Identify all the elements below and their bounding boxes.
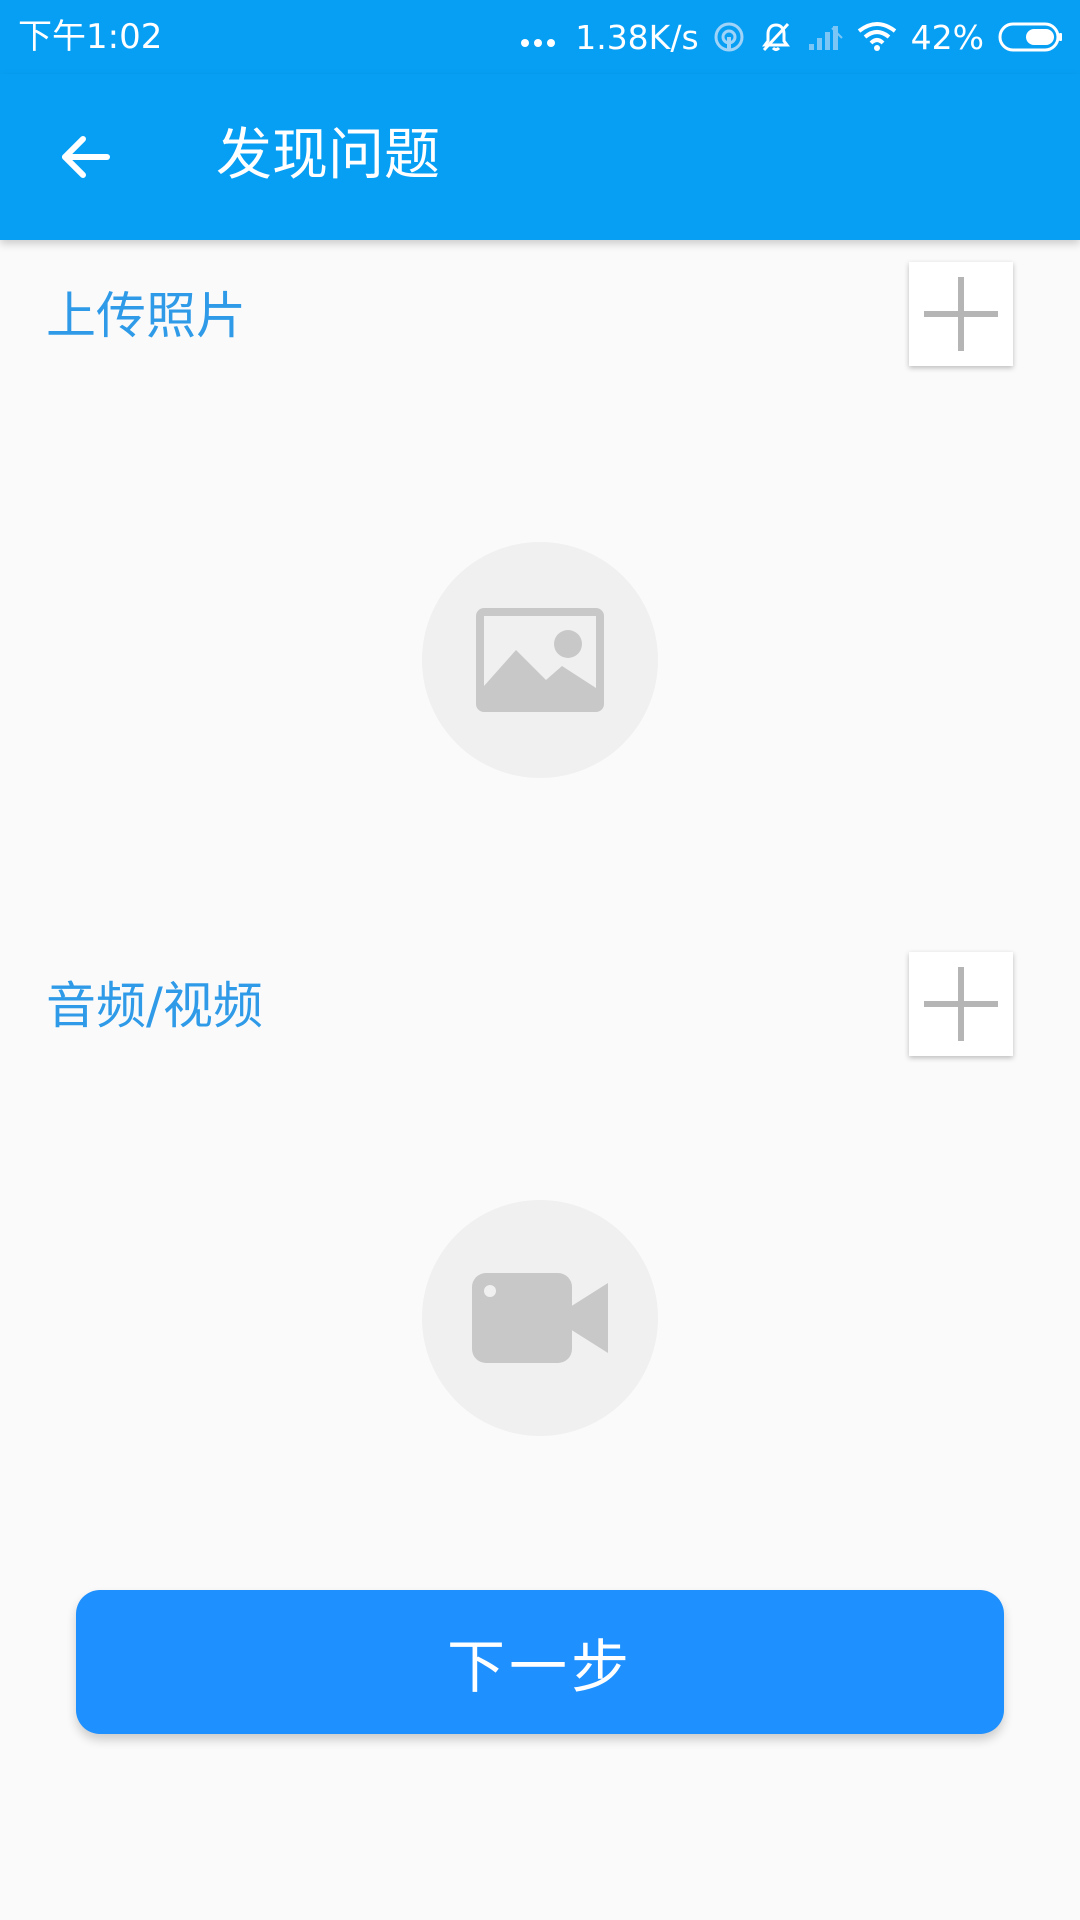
screen: 下午1:02 1.38K/s 42% 发现问题 上传照片 音频/视频 下一步 [0,0,1080,1920]
status-time: 下午1:02 [18,17,163,57]
app-bar: 发现问题 [0,74,1080,240]
plus-icon [924,277,998,351]
media-section-title: 音频/视频 [46,977,263,1035]
photo-section-title: 上传照片 [46,287,246,345]
status-icons: 1.38K/s 42% [521,14,1064,60]
hotspot-icon [713,21,745,53]
silent-bell-icon [759,20,793,54]
cell-signal-icon [807,22,843,52]
status-bar: 下午1:02 1.38K/s 42% [0,0,1080,74]
page-title: 发现问题 [216,123,440,188]
next-step-label: 下一步 [446,1633,633,1701]
video-camera-icon [472,1273,608,1363]
next-step-button[interactable]: 下一步 [76,1590,1004,1734]
net-speed: 1.38K/s [575,17,699,57]
media-section-header: 音频/视频 [0,940,1080,1068]
photo-section-header: 上传照片 [0,250,1080,378]
arrow-left-icon [62,136,110,178]
media-placeholder [422,1200,658,1436]
battery-icon [998,21,1064,53]
more-dots-icon [521,27,556,47]
add-photo-button[interactable] [909,262,1013,366]
wifi-icon [857,21,897,53]
back-button[interactable] [42,114,128,200]
battery-percent: 42% [910,17,984,57]
image-icon [476,608,604,712]
plus-icon [924,967,998,1041]
photo-placeholder [422,542,658,778]
add-media-button[interactable] [909,952,1013,1056]
